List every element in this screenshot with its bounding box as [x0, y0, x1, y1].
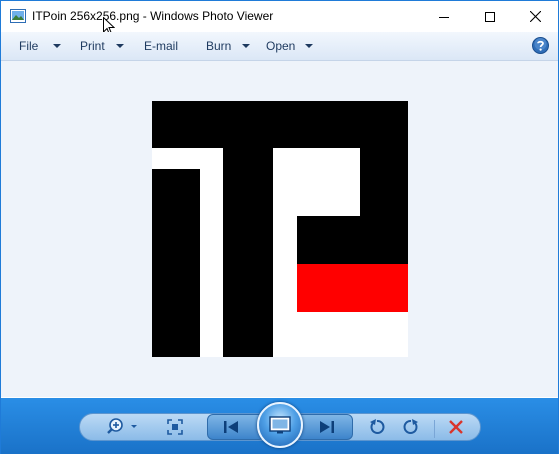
rotate-counterclockwise-icon	[370, 419, 385, 434]
burn-dropdown-icon[interactable]	[242, 44, 250, 48]
menu-open[interactable]: Open	[266, 39, 295, 53]
maximize-button[interactable]	[467, 1, 512, 32]
zoom-button[interactable]	[105, 413, 141, 441]
delete-button[interactable]	[444, 413, 468, 441]
help-icon[interactable]	[532, 37, 549, 54]
print-dropdown-icon[interactable]	[116, 44, 124, 48]
menu-print[interactable]: Print	[80, 39, 105, 53]
minimize-icon	[438, 16, 449, 18]
previous-icon	[224, 421, 238, 433]
previous-icon-wrap	[221, 413, 241, 441]
actual-size-button[interactable]	[163, 413, 187, 441]
next-icon	[320, 421, 334, 433]
file-dropdown-icon[interactable]	[53, 44, 61, 48]
open-dropdown-icon[interactable]	[305, 44, 313, 48]
menu-burn[interactable]: Burn	[206, 39, 231, 53]
slideshow-icon	[269, 416, 291, 434]
maximize-icon	[484, 11, 495, 22]
menu-email[interactable]: E-mail	[144, 39, 178, 53]
actual-size-icon	[167, 419, 183, 435]
minimize-button[interactable]	[421, 1, 466, 32]
menu-file[interactable]: File	[19, 39, 38, 53]
rotate-counterclockwise-button[interactable]	[365, 413, 389, 441]
close-icon	[530, 11, 541, 22]
menu-bar: File Print E-mail Burn Open	[1, 32, 558, 61]
image-view-area[interactable]	[1, 61, 558, 397]
zoom-icon	[107, 418, 137, 434]
close-button[interactable]	[513, 1, 558, 32]
title-bar[interactable]: ITPoin 256x256.png - Windows Photo Viewe…	[1, 1, 558, 36]
displayed-image	[152, 101, 408, 357]
rotate-clockwise-button[interactable]	[399, 413, 423, 441]
rotate-clockwise-icon	[403, 419, 418, 434]
toolbar-separator	[434, 420, 435, 438]
slideshow-button[interactable]	[257, 402, 303, 448]
window-title: ITPoin 256x256.png - Windows Photo Viewe…	[32, 9, 274, 23]
photo-viewer-window: ITPoin 256x256.png - Windows Photo Viewe…	[0, 0, 559, 454]
delete-icon	[449, 420, 463, 434]
next-icon-wrap	[317, 413, 337, 441]
photo-viewer-app-icon	[10, 9, 26, 23]
